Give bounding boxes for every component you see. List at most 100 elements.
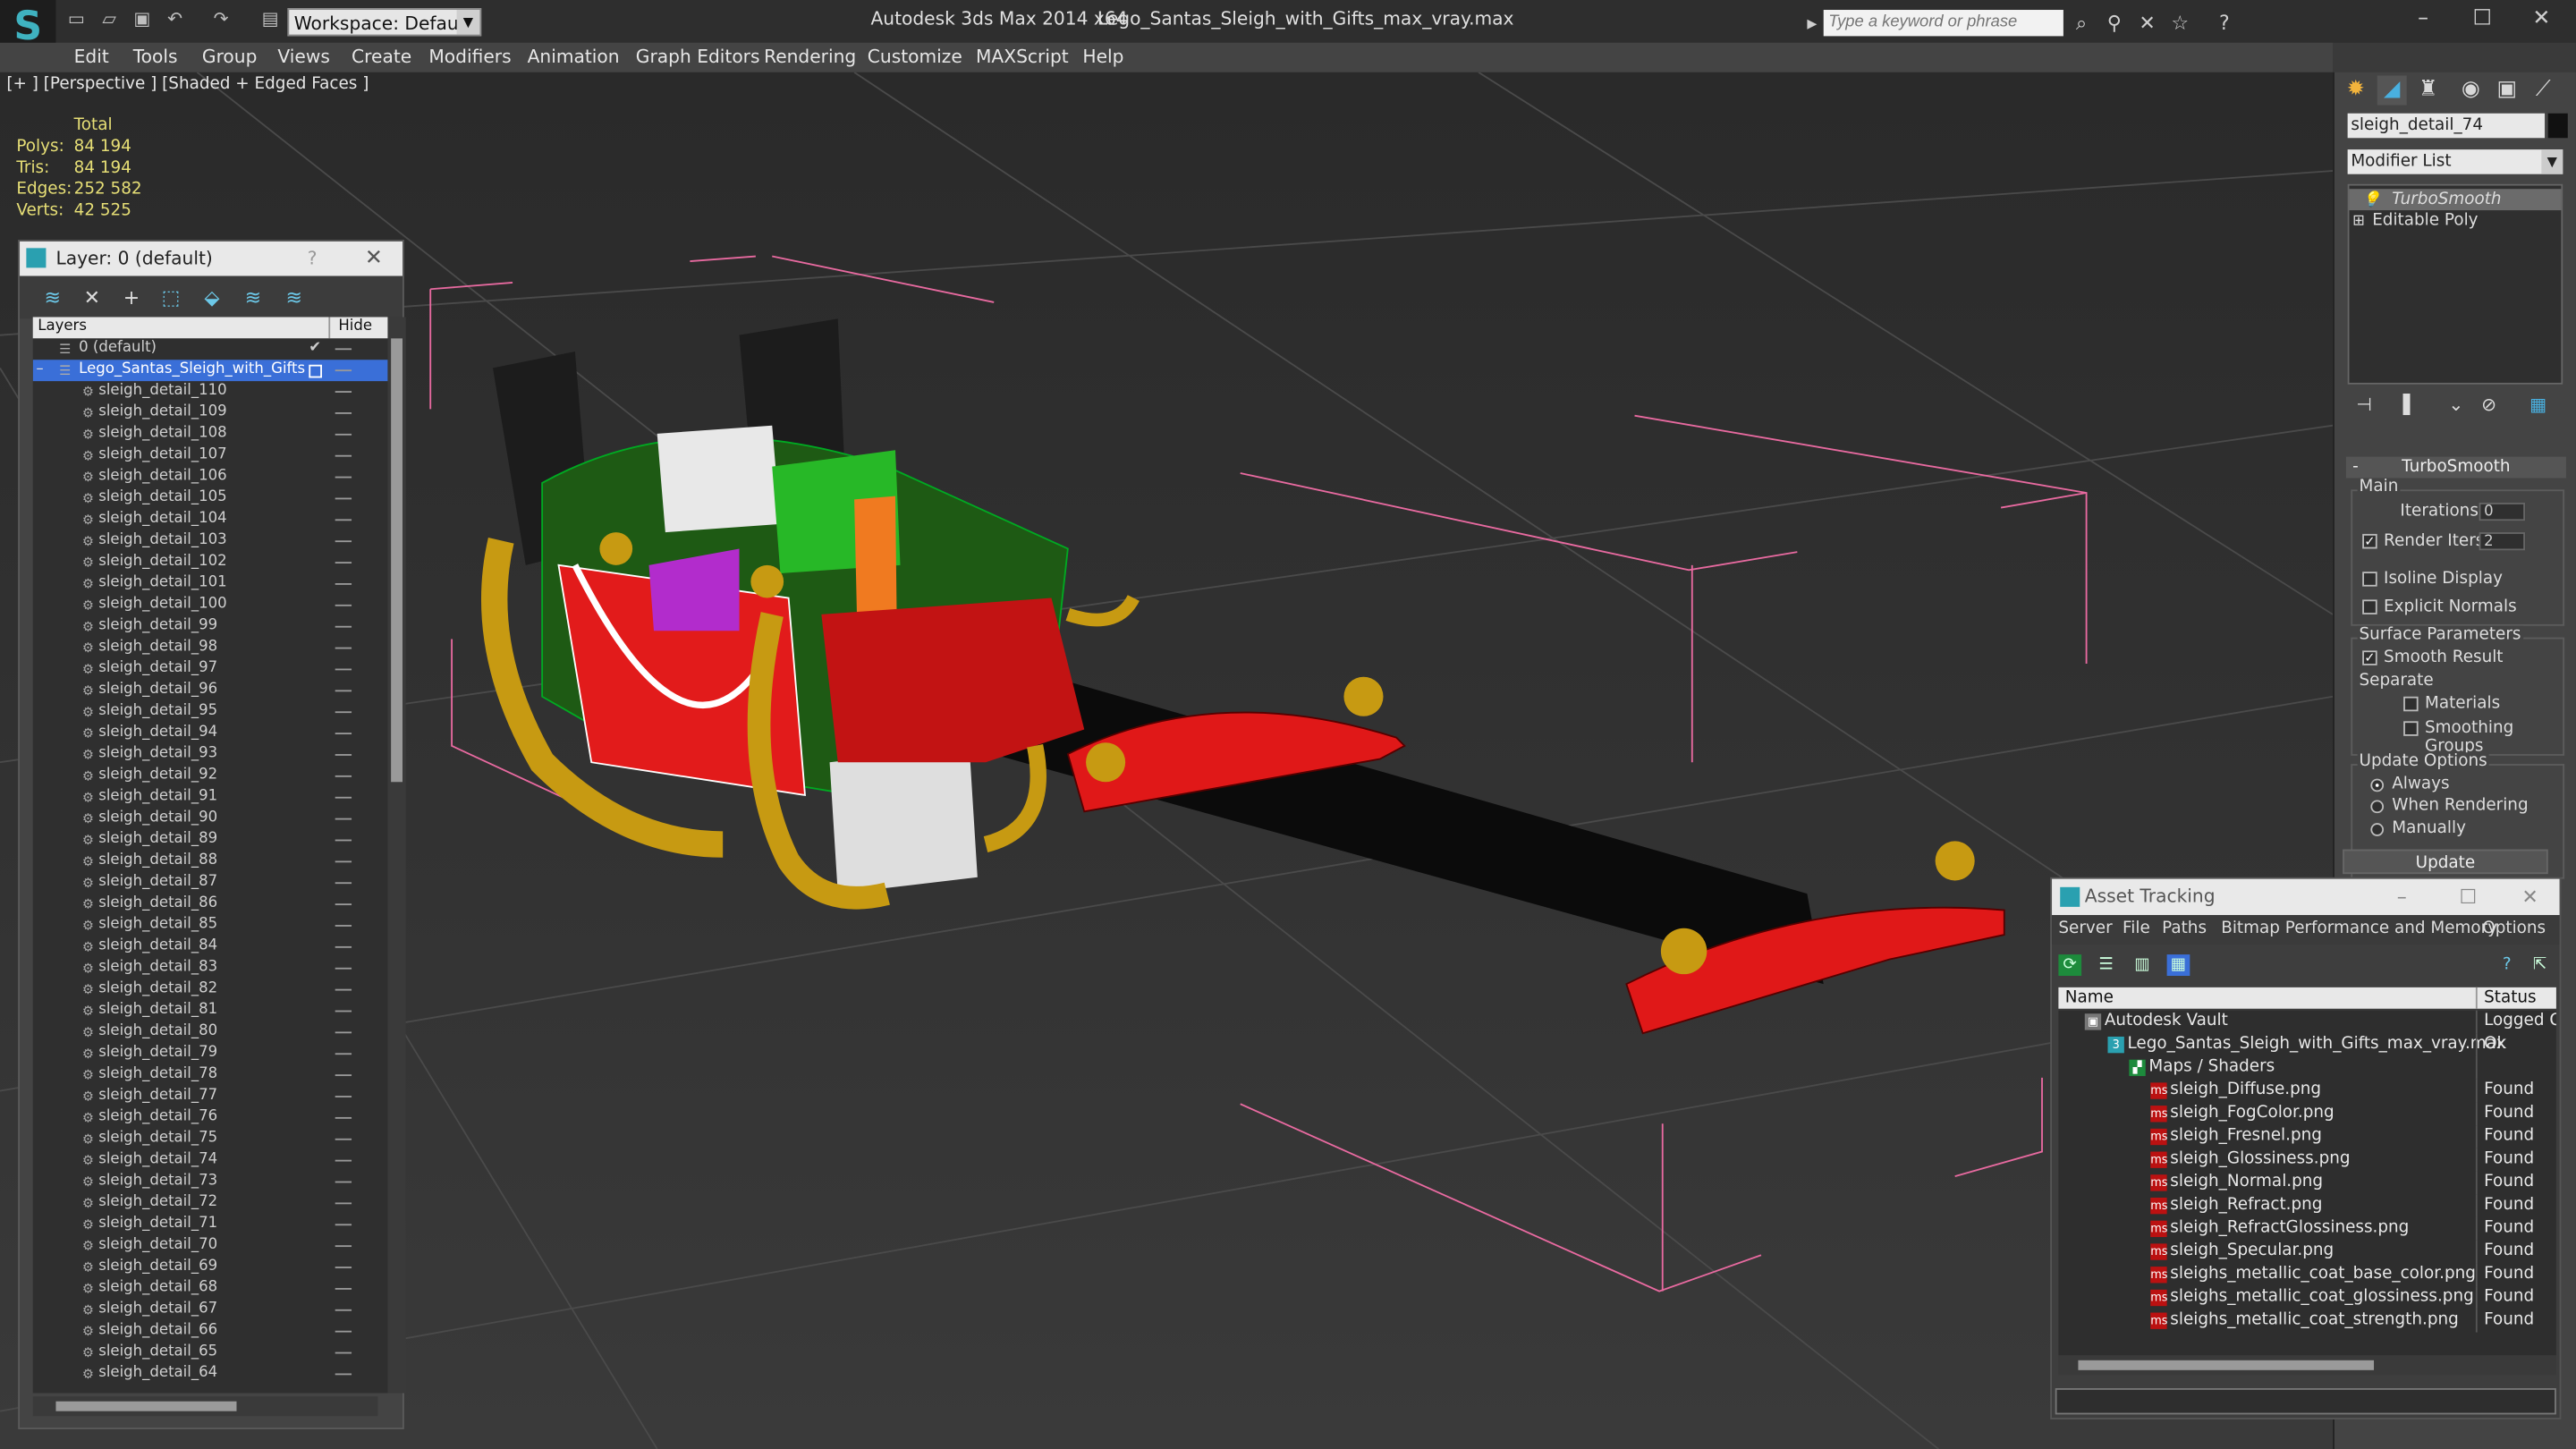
- column-status[interactable]: Status: [2475, 987, 2558, 1009]
- create-layer-icon[interactable]: ≋: [39, 284, 65, 310]
- pin-stack-icon[interactable]: ⊣: [2351, 394, 2377, 418]
- layer-item[interactable]: ⚙ sleigh_detail_96: [33, 680, 388, 701]
- hide-toggle[interactable]: [335, 1245, 352, 1248]
- asset-row[interactable]: ms sleigh_Specular.png Found: [2058, 1240, 2556, 1264]
- render-iters-spinner[interactable]: 2: [2479, 532, 2526, 551]
- horizontal-scrollbar[interactable]: [2058, 1355, 2556, 1376]
- layer-item[interactable]: ⚙ sleigh_detail_95: [33, 701, 388, 723]
- expand-icon[interactable]: ⊞: [2352, 212, 2365, 233]
- help-icon[interactable]: ?: [2496, 954, 2519, 976]
- layer-item[interactable]: ⚙ sleigh_detail_109: [33, 402, 388, 424]
- layer-item[interactable]: ⚙ sleigh_detail_104: [33, 509, 388, 530]
- hide-toggle[interactable]: [335, 818, 352, 820]
- horizontal-scrollbar[interactable]: [32, 1396, 378, 1417]
- asset-row[interactable]: ms sleighs_metallic_coat_glossiness.png Fo…: [2058, 1286, 2556, 1309]
- hide-toggle[interactable]: [335, 1287, 352, 1290]
- turbosmooth-rollout-header[interactable]: - TurboSmooth: [2345, 456, 2566, 479]
- scroll-thumb[interactable]: [391, 338, 402, 783]
- hide-toggle[interactable]: [335, 754, 352, 756]
- layer-item[interactable]: ⚙ sleigh_detail_65: [33, 1343, 388, 1364]
- smoothing-groups-checkbox[interactable]: [2403, 721, 2419, 736]
- hide-toggle[interactable]: [335, 391, 352, 393]
- list-view-icon[interactable]: ☰: [2095, 954, 2118, 976]
- layer-item[interactable]: ⚙ sleigh_detail_88: [33, 851, 388, 872]
- hide-toggle[interactable]: [335, 625, 352, 628]
- column-hide[interactable]: Hide: [328, 317, 387, 339]
- hide-toggle[interactable]: [335, 476, 352, 479]
- hide-toggle[interactable]: [335, 668, 352, 671]
- menu-tools[interactable]: Tools: [133, 46, 178, 67]
- hide-toggle[interactable]: [335, 1309, 352, 1311]
- add-to-layer-icon[interactable]: +: [118, 284, 144, 310]
- maximize-icon[interactable]: ☐: [2460, 879, 2478, 915]
- menu-options[interactable]: Options: [2482, 920, 2546, 938]
- asset-tracking-titlebar[interactable]: Asset Tracking – ☐ ✕: [2052, 878, 2560, 916]
- menu-edit[interactable]: Edit: [74, 46, 109, 67]
- stack-item-turbosmooth[interactable]: 💡 TurboSmooth: [2349, 189, 2562, 212]
- communication-icon[interactable]: ✕: [2134, 10, 2160, 36]
- column-name[interactable]: Name: [2065, 987, 2114, 1009]
- menu-graph-editors[interactable]: Graph Editors: [636, 46, 760, 67]
- menu-server[interactable]: Server: [2058, 920, 2112, 938]
- layer-item[interactable]: ⚙ sleigh_detail_75: [33, 1129, 388, 1150]
- hide-toggle[interactable]: [335, 412, 352, 414]
- subscription-icon[interactable]: ⚲: [2101, 10, 2127, 36]
- hide-toggle[interactable]: [335, 775, 352, 777]
- layer-item[interactable]: ⚙ sleigh_detail_99: [33, 616, 388, 638]
- show-end-result-icon[interactable]: ▌: [2397, 394, 2423, 418]
- asset-row[interactable]: ms sleighs_metallic_coat_strength.png Foun…: [2058, 1309, 2556, 1333]
- layer-item[interactable]: ⚙ sleigh_detail_90: [33, 809, 388, 830]
- hide-toggle[interactable]: [335, 583, 352, 585]
- render-iters-checkbox[interactable]: ✓: [2362, 533, 2377, 549]
- close-icon[interactable]: ✕: [2521, 879, 2538, 915]
- asset-row[interactable]: ms sleigh_Fresnel.png Found: [2058, 1125, 2556, 1148]
- configure-sets-icon[interactable]: ▦: [2525, 394, 2551, 418]
- refresh-icon[interactable]: ⟳: [2058, 954, 2082, 976]
- lightbulb-icon[interactable]: 💡: [2362, 191, 2381, 212]
- manually-radio[interactable]: [2370, 823, 2385, 836]
- asset-row[interactable]: ▣Autodesk Vault Logged Ou: [2058, 1010, 2556, 1034]
- menu-help[interactable]: Help: [1082, 46, 1123, 67]
- layer-item[interactable]: ⚙ sleigh_detail_107: [33, 445, 388, 467]
- asset-row[interactable]: ms sleigh_Diffuse.png Found: [2058, 1079, 2556, 1103]
- layer-item[interactable]: ⚙ sleigh_detail_73: [33, 1172, 388, 1193]
- hide-toggle[interactable]: [335, 711, 352, 714]
- hide-toggle[interactable]: [335, 1138, 352, 1140]
- binoculars-icon[interactable]: ⌕: [2068, 10, 2094, 36]
- highlight-layer-icon[interactable]: ⬙: [199, 284, 225, 310]
- layer-item[interactable]: ⚙ sleigh_detail_66: [33, 1321, 388, 1343]
- layer-item[interactable]: ⚙ sleigh_detail_78: [33, 1064, 388, 1086]
- layer-row-group[interactable]: – ☰ Lego_Santas_Sleigh_with_Gifts: [32, 360, 388, 382]
- favorites-star-icon[interactable]: ☆: [2167, 10, 2193, 36]
- select-objects-icon[interactable]: ⬚: [157, 284, 183, 310]
- help-icon[interactable]: ?: [2211, 10, 2237, 36]
- hide-toggle[interactable]: [335, 839, 352, 842]
- hide-toggle[interactable]: [335, 562, 352, 564]
- layer-item[interactable]: ⚙ sleigh_detail_70: [33, 1235, 388, 1257]
- maximize-icon[interactable]: ☐: [2468, 6, 2497, 32]
- make-unique-icon[interactable]: ⌄: [2443, 394, 2469, 418]
- layer-item[interactable]: ⚙ sleigh_detail_108: [33, 424, 388, 445]
- menu-file[interactable]: File: [2123, 920, 2150, 938]
- hide-toggle[interactable]: [335, 454, 352, 457]
- modifier-list-dropdown[interactable]: Modifier List ▼: [2347, 149, 2563, 174]
- layer-row-default[interactable]: ☰ 0 (default) ✔: [33, 338, 388, 360]
- menu-group[interactable]: Group: [202, 46, 258, 67]
- stack-item-editable-poly[interactable]: ⊞ Editable Poly: [2349, 210, 2561, 232]
- close-icon[interactable]: ✕: [2527, 6, 2556, 32]
- help-pointer-icon[interactable]: ⇱: [2529, 954, 2552, 976]
- hide-toggle[interactable]: [335, 925, 352, 927]
- hide-toggle[interactable]: [335, 1352, 352, 1354]
- hide-toggle[interactable]: [335, 1116, 352, 1119]
- asset-row[interactable]: 3 Lego_Santas_Sleigh_with_Gifts_max_vray.…: [2058, 1033, 2556, 1056]
- layer-item[interactable]: ⚙ sleigh_detail_80: [33, 1021, 388, 1043]
- layer-item[interactable]: ⚙ sleigh_detail_83: [33, 958, 388, 979]
- hide-toggle[interactable]: [335, 988, 352, 991]
- layer-item[interactable]: ⚙ sleigh_detail_93: [33, 744, 388, 766]
- menu-rendering[interactable]: Rendering: [764, 46, 856, 67]
- menu-bitmap-performance[interactable]: Bitmap Performance and Memory: [2221, 920, 2497, 938]
- asset-row[interactable]: ▞ Maps / Shaders: [2058, 1055, 2556, 1080]
- layer-item[interactable]: ⚙ sleigh_detail_86: [33, 894, 388, 915]
- hide-toggle[interactable]: [335, 1010, 352, 1013]
- column-layers[interactable]: Layers: [38, 317, 87, 338]
